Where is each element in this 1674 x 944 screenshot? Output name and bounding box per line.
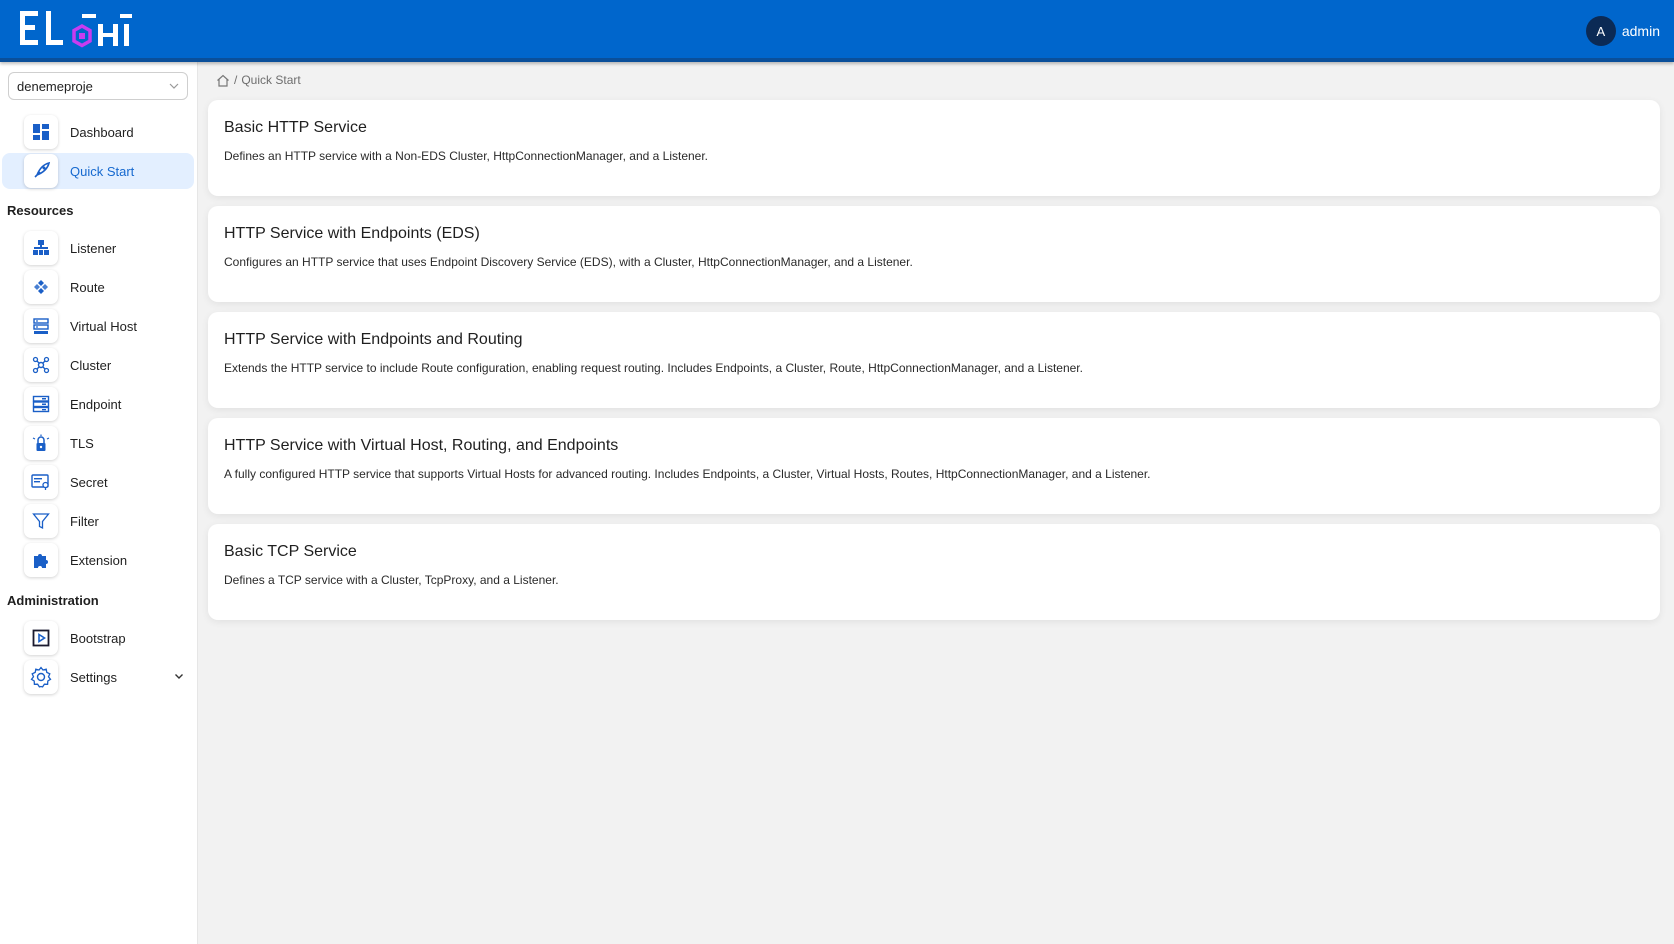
chevron-down-icon	[169, 83, 179, 89]
dashboard-icon	[24, 115, 58, 149]
sidebar-item-label: Endpoint	[70, 396, 122, 412]
top-header: A admin	[0, 0, 1674, 62]
filter-icon	[24, 504, 58, 538]
elchi-logo[interactable]	[20, 10, 140, 50]
avatar[interactable]: A	[1585, 16, 1616, 46]
sidebar-item-tls[interactable]: TLS	[2, 425, 194, 461]
sidebar-item-route[interactable]: Route	[2, 269, 194, 305]
bootstrap-icon	[24, 621, 58, 655]
sidebar-item-label: Route	[70, 279, 105, 295]
sidebar-item-label: Cluster	[70, 357, 112, 373]
home-icon[interactable]	[216, 74, 230, 87]
endpoint-icon	[24, 387, 58, 421]
sidebar-item-cluster[interactable]: Cluster	[2, 347, 194, 383]
card-description: Configures an HTTP service that uses End…	[224, 255, 913, 269]
extension-icon	[24, 543, 58, 577]
sidebar-item-virtual-host[interactable]: Virtual Host	[2, 308, 194, 344]
card-description: Defines an HTTP service with a Non-EDS C…	[224, 149, 709, 163]
card-description: Defines a TCP service with a Cluster, Tc…	[224, 573, 559, 587]
sidebar-item-secret[interactable]: Secret	[2, 464, 194, 500]
card-title: HTTP Service with Endpoints and Routing	[224, 331, 523, 348]
virtual-host-icon	[24, 309, 58, 343]
quickstart-card-http-eds[interactable]: HTTP Service with Endpoints (EDS) Config…	[208, 206, 1660, 302]
sidebar-item-label: Bootstrap	[70, 630, 126, 646]
sidebar-item-label: Virtual Host	[70, 318, 137, 334]
card-title: Basic HTTP Service	[224, 119, 367, 136]
sidebar-item-label: Listener	[70, 240, 117, 256]
quickstart-card-basic-http[interactable]: Basic HTTP Service Defines an HTTP servi…	[208, 100, 1660, 196]
card-description: Extends the HTTP service to include Rout…	[224, 361, 1083, 375]
sidebar-item-label: Filter	[70, 513, 99, 529]
card-description: A fully configured HTTP service that sup…	[224, 467, 1151, 481]
sidebar-item-settings[interactable]: Settings	[2, 659, 194, 695]
quickstart-card-basic-tcp[interactable]: Basic TCP Service Defines a TCP service …	[208, 524, 1660, 620]
sidebar-item-label: Dashboard	[70, 124, 134, 140]
section-title-administration: Administration	[7, 593, 99, 608]
chevron-down-icon[interactable]	[174, 671, 184, 681]
sidebar-item-label: TLS	[70, 435, 94, 451]
breadcrumb-current: Quick Start	[241, 73, 301, 87]
sidebar-item-bootstrap[interactable]: Bootstrap	[2, 620, 194, 656]
sidebar-item-listener[interactable]: Listener	[2, 230, 194, 266]
rocket-icon	[24, 154, 58, 188]
project-select[interactable]: denemeproje	[8, 72, 188, 100]
username[interactable]: admin	[1622, 23, 1660, 39]
sidebar-item-label: Extension	[70, 552, 128, 568]
quickstart-card-http-virtual-host[interactable]: HTTP Service with Virtual Host, Routing,…	[208, 418, 1660, 514]
cluster-icon	[24, 348, 58, 382]
sidebar-item-filter[interactable]: Filter	[2, 503, 194, 539]
user-menu[interactable]: A admin	[1585, 16, 1660, 46]
breadcrumb: / Quick Start	[216, 73, 301, 87]
sidebar-item-label: Quick Start	[70, 163, 135, 179]
tls-icon	[24, 426, 58, 460]
sidebar-item-label: Settings	[70, 669, 117, 685]
card-title: HTTP Service with Virtual Host, Routing,…	[224, 437, 619, 454]
quickstart-card-http-routing[interactable]: HTTP Service with Endpoints and Routing …	[208, 312, 1660, 408]
card-title: HTTP Service with Endpoints (EDS)	[224, 225, 480, 242]
sidebar: denemeproje Dashboard Quick Start Resour…	[0, 62, 198, 944]
sidebar-item-extension[interactable]: Extension	[2, 542, 194, 578]
route-icon	[24, 270, 58, 304]
breadcrumb-separator: /	[234, 73, 238, 87]
card-title: Basic TCP Service	[224, 543, 357, 560]
section-title-resources: Resources	[7, 203, 74, 218]
sidebar-item-label: Secret	[70, 474, 108, 490]
sidebar-item-endpoint[interactable]: Endpoint	[2, 386, 194, 422]
secret-icon	[24, 465, 58, 499]
sidebar-item-quick-start[interactable]: Quick Start	[2, 153, 194, 189]
project-select-value: denemeproje	[17, 78, 93, 94]
listener-icon	[24, 231, 58, 265]
gear-icon	[24, 660, 58, 694]
sidebar-item-dashboard[interactable]: Dashboard	[2, 114, 194, 150]
